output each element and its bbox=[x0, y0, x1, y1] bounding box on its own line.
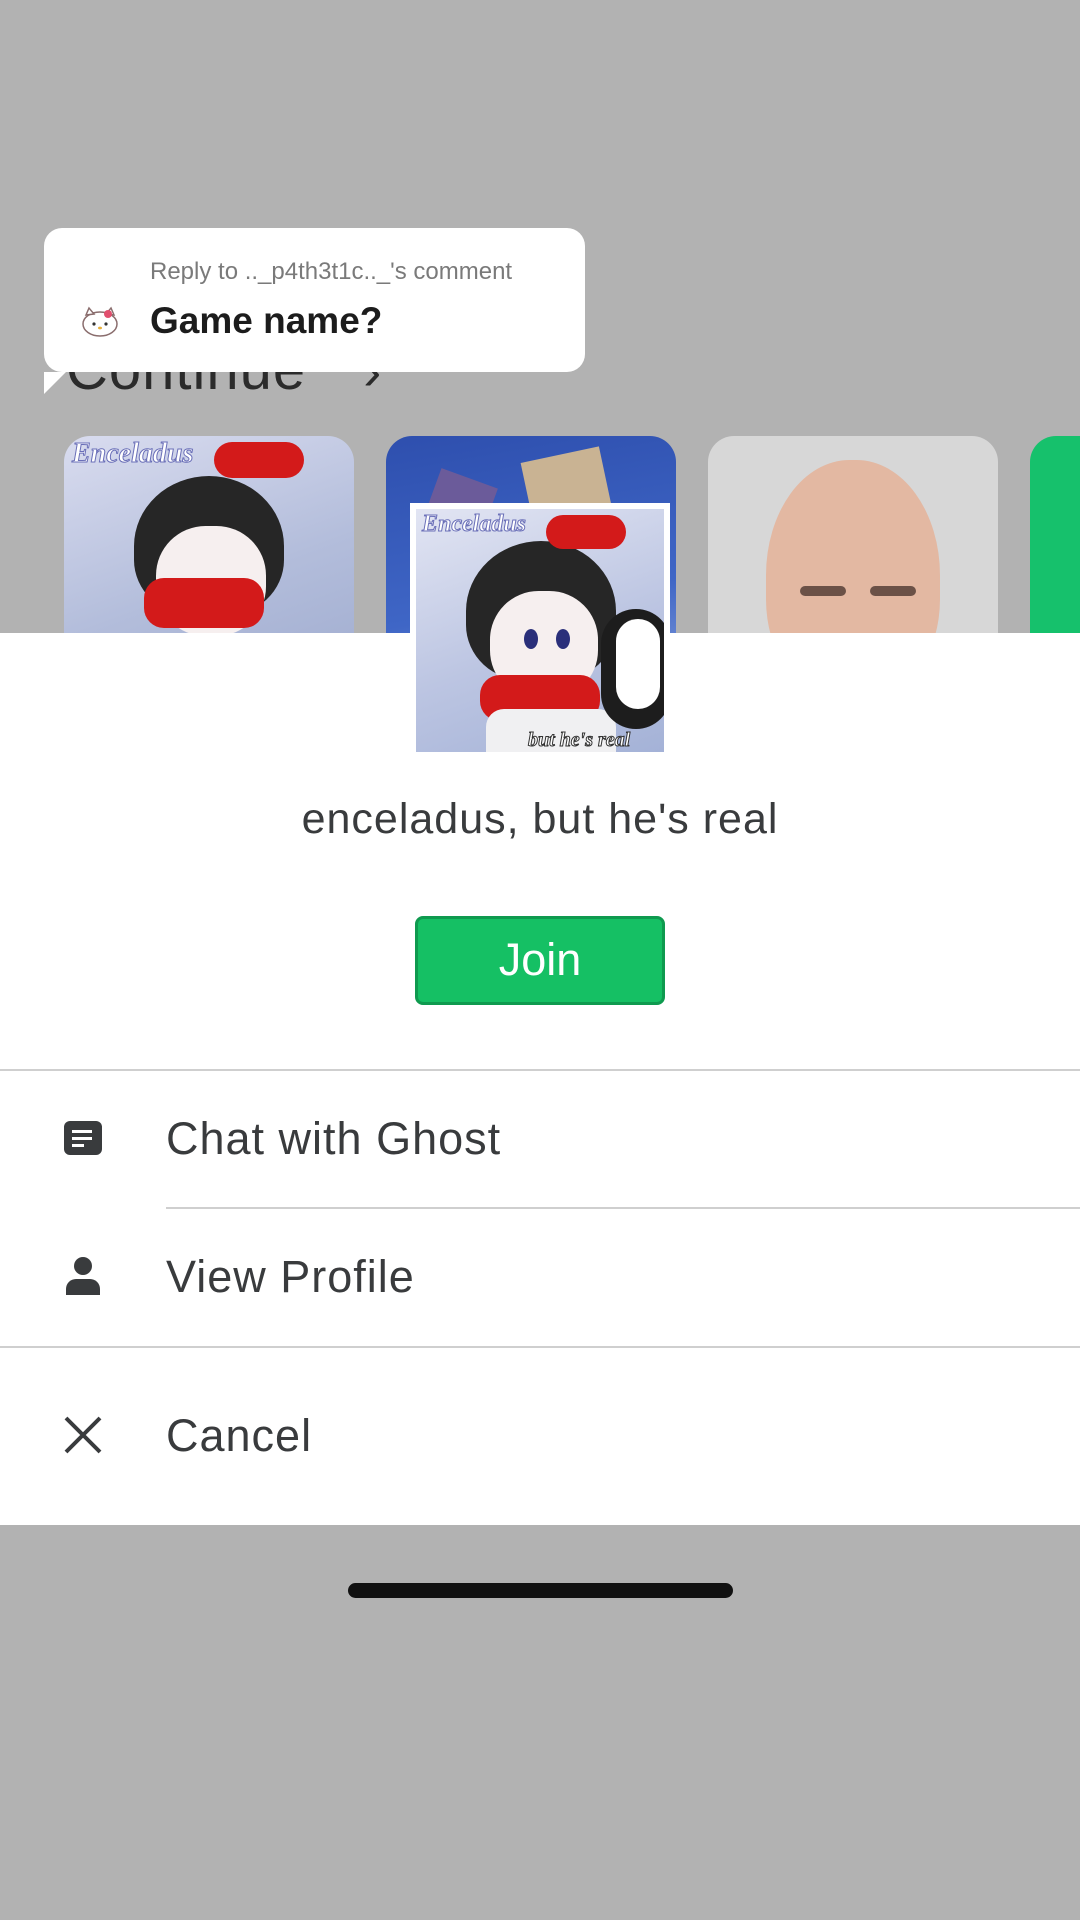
tile-art-eye-left bbox=[800, 586, 846, 596]
close-icon bbox=[64, 1416, 102, 1454]
thumbnail-art-eye-right bbox=[556, 629, 570, 649]
tile-art-eye-right bbox=[870, 586, 916, 596]
game-tile-green bbox=[1030, 436, 1080, 640]
view-profile-label: View Profile bbox=[166, 1251, 415, 1302]
cancel-label: Cancel bbox=[166, 1410, 313, 1461]
join-button[interactable]: Join bbox=[415, 916, 665, 1005]
comment-text: Game name? bbox=[150, 300, 383, 341]
thumbnail-art-antlers bbox=[546, 515, 626, 549]
menu-item-view-profile[interactable]: View Profile bbox=[0, 1209, 1080, 1345]
person-icon bbox=[66, 1257, 100, 1295]
thumbnail-art-eye-left bbox=[524, 629, 538, 649]
reply-tooltip[interactable]: Reply to .._p4th3t1c.._'s comment Game n… bbox=[44, 228, 585, 394]
home-indicator[interactable] bbox=[348, 1583, 733, 1598]
thumbnail-label-top: Enceladus bbox=[421, 511, 527, 538]
thumbnail-art-tail-fur bbox=[616, 619, 660, 709]
game-thumbnail: Enceladus but he's real bbox=[410, 503, 670, 758]
game-tile-enceladus: Enceladus bbox=[64, 436, 354, 640]
hello-kitty-avatar-icon bbox=[82, 306, 118, 337]
game-tile-face bbox=[708, 436, 998, 640]
tile-label: Enceladus bbox=[71, 438, 194, 470]
menu-item-chat[interactable]: Chat with Ghost bbox=[0, 1071, 1080, 1207]
tile-art-head bbox=[766, 460, 940, 640]
reply-to-label: Reply to .._p4th3t1c.._'s comment bbox=[150, 258, 513, 285]
thumbnail-label-bottom: but he's real bbox=[527, 729, 631, 752]
divider-bottom bbox=[0, 1346, 1080, 1348]
menu-item-cancel[interactable]: Cancel bbox=[0, 1368, 1080, 1504]
tile-art-antlers bbox=[214, 442, 304, 478]
chat-icon bbox=[64, 1121, 102, 1155]
game-title: enceladus, but he's real bbox=[301, 795, 779, 843]
tile-art-scarf bbox=[144, 578, 264, 628]
chat-with-ghost-label: Chat with Ghost bbox=[166, 1113, 502, 1164]
